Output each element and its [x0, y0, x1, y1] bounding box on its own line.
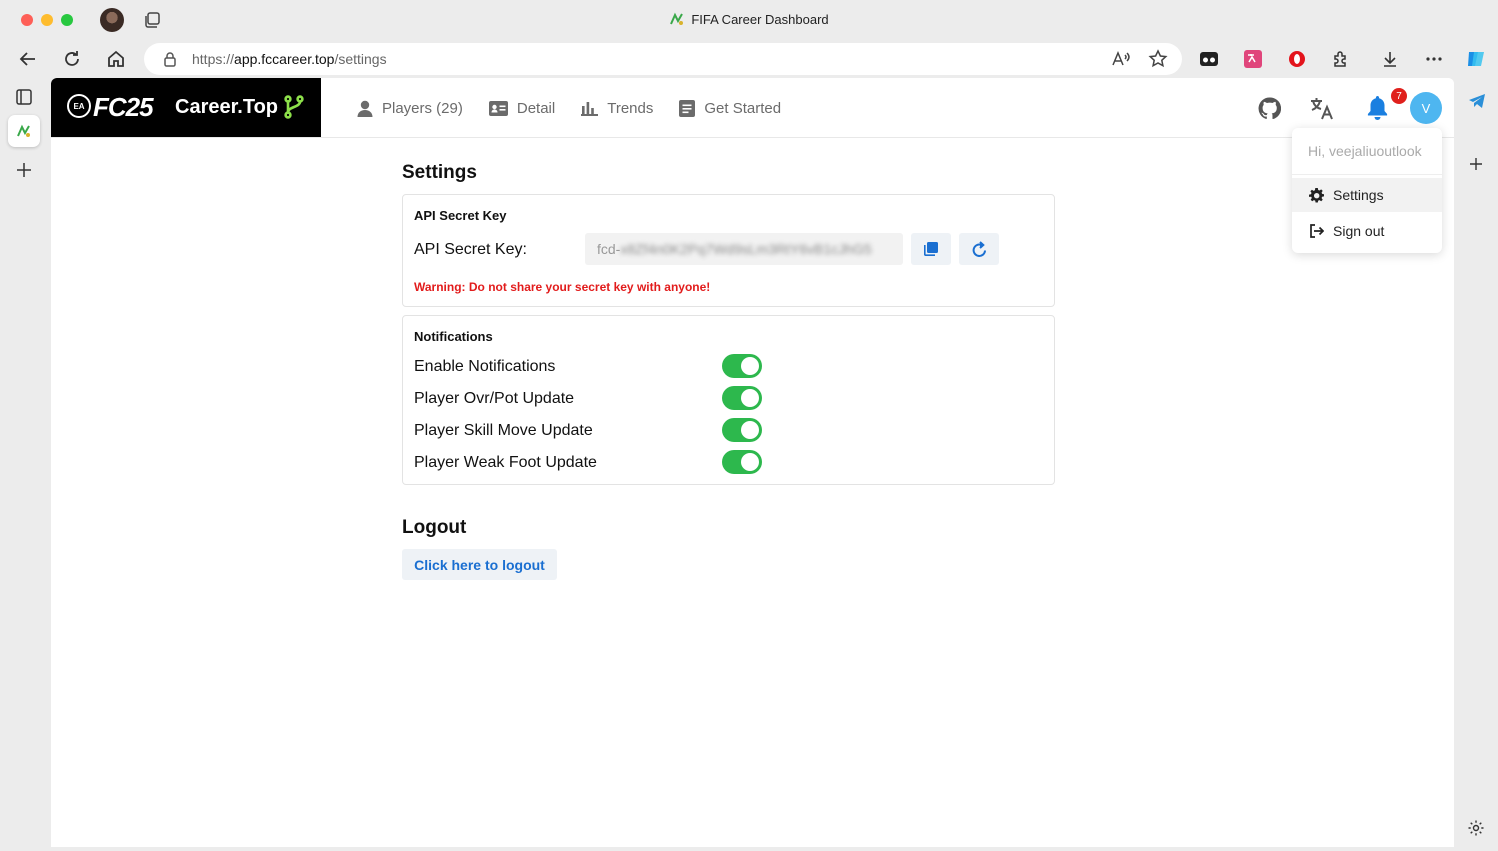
main-nav: Players (29) Detail Trends Get Started [357, 78, 781, 138]
id-card-icon [488, 100, 508, 116]
user-avatar[interactable]: V [1410, 92, 1442, 124]
toggle-label: Player Ovr/Pot Update [414, 390, 575, 407]
menu-item-sign-out[interactable]: Sign out [1292, 214, 1442, 248]
ovr-pot-update-toggle[interactable] [722, 386, 762, 410]
new-tab-plus-icon[interactable] [16, 162, 32, 178]
toggle-label: Player Weak Foot Update [414, 454, 597, 471]
toggle-label: Player Skill Move Update [414, 422, 593, 439]
gear-icon [1309, 187, 1324, 203]
home-icon[interactable] [105, 48, 127, 70]
nav-players[interactable]: Players (29) [357, 100, 463, 117]
web-page: EA FC25 Career.Top Players (29) Detail T… [51, 78, 1454, 847]
sidebar-rail [1454, 78, 1498, 851]
window-title: FIFA Career Dashboard [0, 12, 1498, 27]
extension-mask-icon[interactable] [1198, 48, 1220, 70]
security-warning: Warning: Do not share your secret key wi… [414, 280, 711, 294]
user-dropdown-menu: Hi, veejaliuoutlook Settings Sign out [1292, 128, 1442, 253]
document-icon [679, 99, 696, 117]
opera-icon[interactable] [1286, 48, 1308, 70]
logout-button[interactable]: Click here to logout [402, 549, 557, 580]
extensions-puzzle-icon[interactable] [1330, 48, 1352, 70]
api-key-field[interactable]: fcd-x8Zf4n0K2Pq7Wd9sLm3RtY6vB1cJhG5 [585, 233, 903, 265]
add-sidebar-plus-icon[interactable] [1469, 157, 1483, 171]
refresh-icon [972, 241, 986, 257]
address-bar[interactable]: https://app.fccareer.top/settings [144, 43, 1182, 75]
divider [1292, 174, 1442, 175]
send-telegram-icon[interactable] [1468, 93, 1486, 109]
toggle-row-enable-notifications: Enable Notifications [414, 354, 1054, 380]
page-title: Settings [402, 162, 477, 183]
weak-foot-update-toggle[interactable] [722, 450, 762, 474]
ea-badge: EA [67, 94, 91, 118]
browser-titlebar: FIFA Career Dashboard [0, 0, 1498, 40]
notifications-section-title: Notifications [414, 329, 493, 344]
user-greeting: Hi, veejaliuoutlook [1308, 143, 1422, 159]
api-key-label: API Secret Key: [414, 241, 527, 258]
reload-icon[interactable] [61, 48, 83, 70]
downloads-icon[interactable] [1379, 48, 1401, 70]
read-aloud-icon[interactable] [1110, 49, 1130, 69]
site-favicon-icon [17, 124, 30, 137]
sign-out-icon [1310, 224, 1324, 238]
more-menu-icon[interactable] [1423, 48, 1445, 70]
logout-heading: Logout [402, 517, 467, 538]
lock-icon[interactable] [162, 51, 178, 67]
person-icon [357, 100, 373, 117]
notifications-card: Notifications Enable Notifications Playe… [402, 315, 1055, 485]
regenerate-key-button[interactable] [959, 233, 999, 265]
toggle-row-skill-move: Player Skill Move Update [414, 418, 1054, 444]
browser-toolbar: https://app.fccareer.top/settings [0, 40, 1498, 78]
active-tab[interactable] [8, 115, 40, 147]
api-key-masked-value: x8Zf4n0K2Pq7Wd9sLm3RtY6vB1cJhG5 [620, 241, 872, 257]
menu-item-settings[interactable]: Settings [1292, 178, 1442, 212]
back-icon[interactable] [17, 48, 39, 70]
site-favicon-icon [670, 12, 684, 25]
bar-chart-icon [581, 101, 599, 116]
toggle-label: Enable Notifications [414, 358, 556, 375]
copilot-icon[interactable] [1465, 48, 1487, 70]
copy-icon [924, 242, 938, 256]
url-text[interactable]: https://app.fccareer.top/settings [192, 51, 387, 67]
skill-move-update-toggle[interactable] [722, 418, 762, 442]
nav-detail[interactable]: Detail [488, 100, 555, 117]
app-header: EA FC25 Career.Top Players (29) Detail T… [51, 78, 1454, 138]
fc25-logo-text: FC25 [93, 92, 154, 122]
toggle-row-weak-foot: Player Weak Foot Update [414, 450, 1054, 476]
api-key-card: API Secret Key API Secret Key: fcd-x8Zf4… [402, 194, 1055, 307]
sidebar-settings-gear-icon[interactable] [1467, 819, 1485, 837]
vertical-tabs-strip [0, 78, 50, 851]
translate-extension-icon[interactable] [1242, 48, 1264, 70]
favorite-star-icon[interactable] [1148, 49, 1168, 69]
brand-name: Career.Top [175, 96, 278, 118]
nav-get-started[interactable]: Get Started [679, 99, 781, 117]
api-section-title: API Secret Key [414, 208, 507, 223]
toggle-row-ovr-pot: Player Ovr/Pot Update [414, 386, 1054, 412]
notification-count-badge: 7 [1391, 88, 1407, 104]
git-branch-icon [284, 95, 304, 119]
language-translate-icon[interactable] [1310, 97, 1334, 120]
github-icon[interactable] [1258, 97, 1281, 120]
nav-trends[interactable]: Trends [581, 100, 653, 117]
tab-actions-icon[interactable] [15, 88, 33, 106]
brand-logo[interactable]: EA FC25 Career.Top [51, 78, 321, 137]
notification-bell-icon[interactable] [1367, 96, 1388, 120]
enable-notifications-toggle[interactable] [722, 354, 762, 378]
copy-key-button[interactable] [911, 233, 951, 265]
